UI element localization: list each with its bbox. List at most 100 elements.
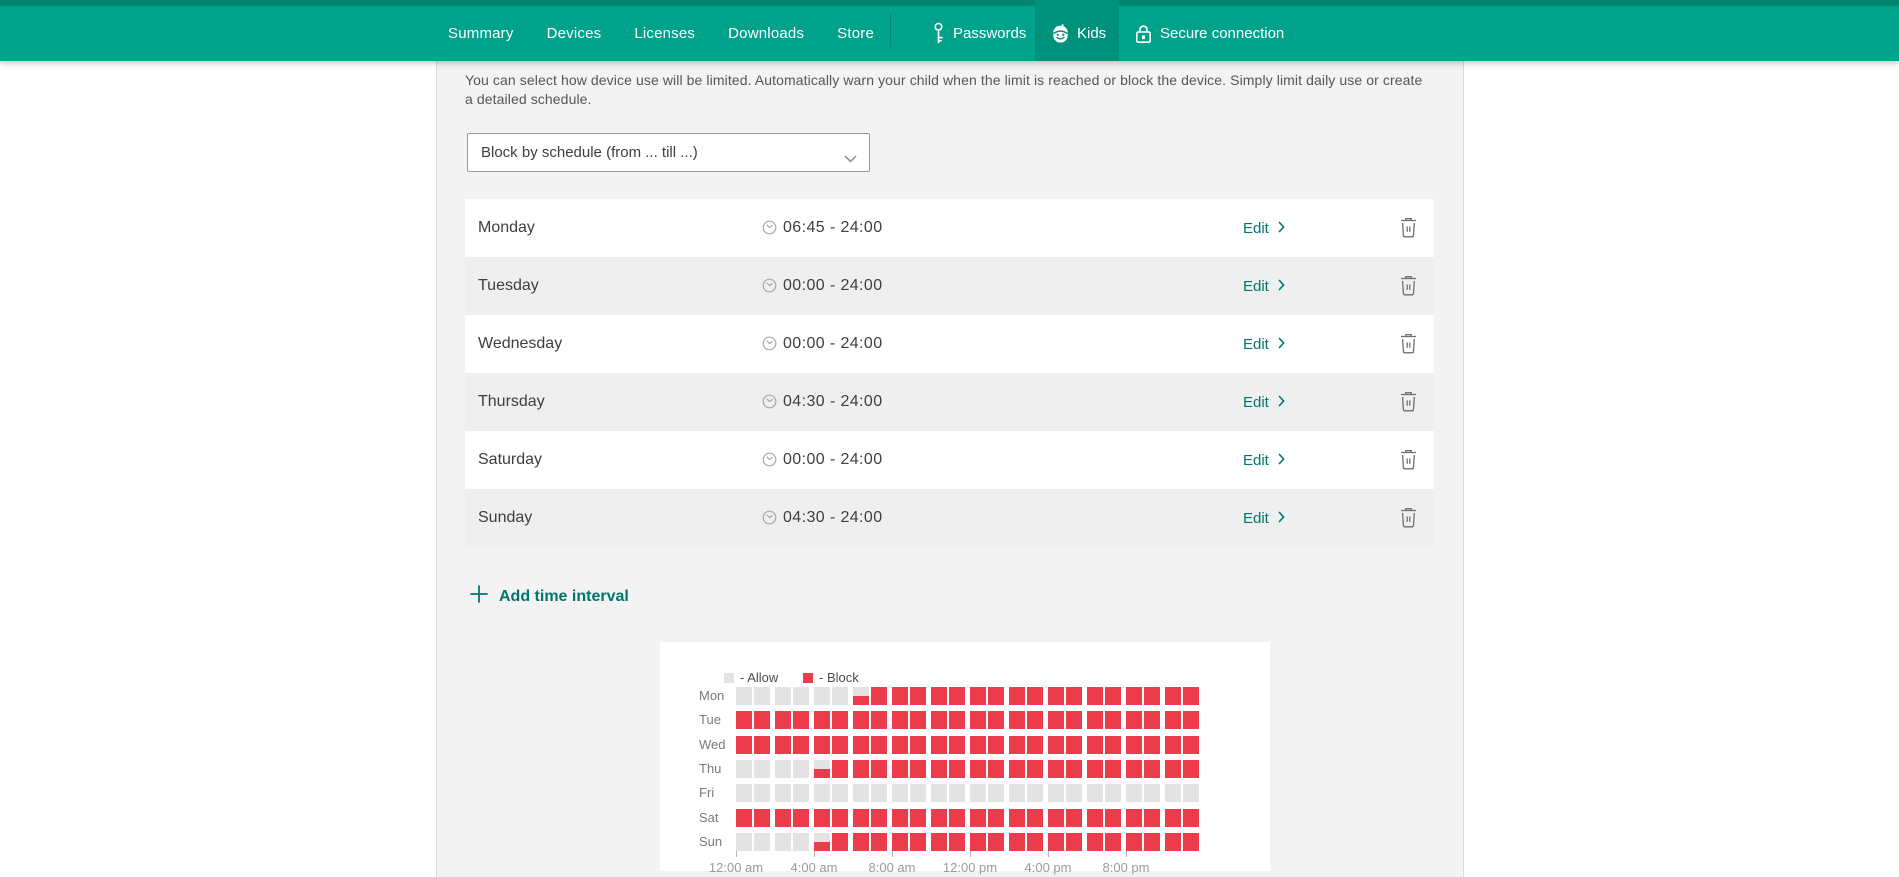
kid-face-icon bbox=[1050, 23, 1071, 44]
delete-button[interactable] bbox=[1398, 217, 1418, 239]
chart-cell bbox=[1009, 809, 1025, 827]
day-label: Saturday bbox=[478, 451, 543, 468]
chart-cell bbox=[970, 711, 986, 729]
chart-cell bbox=[1066, 784, 1082, 802]
nav-item-secure-connection[interactable]: Secure connection bbox=[1135, 6, 1284, 61]
chart-cell bbox=[949, 711, 965, 729]
chart-cell bbox=[1066, 687, 1082, 705]
chart-cell bbox=[1066, 833, 1082, 851]
key-icon bbox=[933, 22, 944, 45]
chart-cell bbox=[1165, 736, 1181, 754]
edit-link[interactable]: Edit bbox=[1243, 257, 1285, 315]
edit-link[interactable]: Edit bbox=[1243, 489, 1285, 547]
legend-block-label: - Block bbox=[819, 670, 859, 685]
chart-cell-partial bbox=[853, 696, 869, 705]
chart-cell bbox=[793, 784, 809, 802]
edit-link[interactable]: Edit bbox=[1243, 373, 1285, 431]
chart-cell bbox=[775, 736, 791, 754]
chart-cell bbox=[1066, 809, 1082, 827]
chevron-right-icon bbox=[1278, 336, 1285, 353]
chart-cell bbox=[871, 687, 887, 705]
chart-cell bbox=[1144, 736, 1160, 754]
nav-tab-store[interactable]: Store bbox=[837, 25, 874, 42]
chart-cell bbox=[892, 687, 908, 705]
chart-cell bbox=[775, 784, 791, 802]
chart-cell bbox=[1048, 784, 1064, 802]
edit-label: Edit bbox=[1243, 277, 1269, 295]
chart-cell bbox=[736, 687, 752, 705]
delete-button[interactable] bbox=[1398, 449, 1418, 471]
chart-cell bbox=[910, 833, 926, 851]
time-range: 04:30 - 24:00 bbox=[783, 509, 883, 526]
chart-cell bbox=[1027, 687, 1043, 705]
nav-tab-licenses[interactable]: Licenses bbox=[634, 25, 695, 42]
chart-cell bbox=[910, 736, 926, 754]
chart-row-tue bbox=[736, 711, 1199, 729]
nav-tab-summary[interactable]: Summary bbox=[448, 25, 514, 42]
schedule-row-tuesday: Tuesday 00:00 - 24:00 Edit bbox=[465, 257, 1434, 315]
chart-cell bbox=[1105, 784, 1121, 802]
edit-link[interactable]: Edit bbox=[1243, 315, 1285, 373]
delete-button[interactable] bbox=[1398, 275, 1418, 297]
clock-icon bbox=[762, 510, 777, 530]
chart-cell bbox=[1183, 784, 1199, 802]
chart-cell bbox=[1105, 760, 1121, 778]
day-label: Monday bbox=[478, 219, 535, 236]
delete-button[interactable] bbox=[1398, 333, 1418, 355]
day-label: Tuesday bbox=[478, 277, 539, 294]
trash-icon bbox=[1399, 449, 1418, 473]
right-pane bbox=[1463, 61, 1899, 877]
chart-row-label: Sat bbox=[699, 810, 719, 825]
chart-cell bbox=[853, 784, 869, 802]
chart-cell bbox=[892, 784, 908, 802]
chart-cell bbox=[871, 760, 887, 778]
add-time-interval-button[interactable]: Add time interval bbox=[470, 585, 629, 608]
clock-icon bbox=[762, 394, 777, 414]
chart-cell bbox=[1066, 711, 1082, 729]
limit-mode-value: Block by schedule (from ... till ...) bbox=[481, 144, 698, 161]
intro-line-2: a detailed schedule. bbox=[465, 91, 592, 107]
edit-link[interactable]: Edit bbox=[1243, 431, 1285, 489]
chart-cell bbox=[736, 784, 752, 802]
chart-cell bbox=[793, 736, 809, 754]
nav-tab-downloads[interactable]: Downloads bbox=[728, 25, 804, 42]
intro-text: You can select how device use will be li… bbox=[465, 71, 1450, 109]
chart-cell bbox=[832, 833, 848, 851]
chart-cell bbox=[1183, 833, 1199, 851]
chevron-right-icon bbox=[1278, 452, 1285, 469]
chart-cell bbox=[1009, 711, 1025, 729]
chart-cell bbox=[1165, 687, 1181, 705]
schedule-row-thursday: Thursday 04:30 - 24:00 Edit bbox=[465, 373, 1434, 431]
chart-cell bbox=[1087, 833, 1103, 851]
nav-tabs: Summary Devices Licenses Downloads Store bbox=[448, 6, 874, 61]
nav-tab-devices[interactable]: Devices bbox=[547, 25, 602, 42]
edit-label: Edit bbox=[1243, 335, 1269, 353]
chart-cell bbox=[832, 760, 848, 778]
chart-cell bbox=[754, 711, 770, 729]
delete-button[interactable] bbox=[1398, 507, 1418, 529]
chart-row-wed bbox=[736, 736, 1199, 754]
time-range: 06:45 - 24:00 bbox=[783, 219, 883, 236]
chevron-right-icon bbox=[1278, 278, 1285, 295]
chart-cell bbox=[775, 833, 791, 851]
limit-mode-dropdown[interactable]: Block by schedule (from ... till ...) bbox=[467, 133, 870, 172]
legend-block: - Block bbox=[803, 670, 859, 685]
axis-tick-label: 12:00 pm bbox=[942, 860, 998, 875]
chart-cell bbox=[814, 736, 830, 754]
day-label: Wednesday bbox=[478, 335, 563, 352]
edit-link[interactable]: Edit bbox=[1243, 199, 1285, 257]
chart-row-sat bbox=[736, 809, 1199, 827]
intro-line-1: You can select how device use will be li… bbox=[465, 72, 1423, 88]
chart-cell bbox=[754, 736, 770, 754]
chart-cell bbox=[871, 784, 887, 802]
chart-cell bbox=[871, 736, 887, 754]
chart-cell bbox=[949, 809, 965, 827]
chart-cell bbox=[1087, 760, 1103, 778]
nav-item-passwords[interactable]: Passwords bbox=[933, 6, 1026, 61]
delete-button[interactable] bbox=[1398, 391, 1418, 413]
chart-cell bbox=[853, 687, 869, 705]
nav-item-kids-active[interactable]: Kids bbox=[1035, 0, 1119, 61]
chart-cell bbox=[832, 711, 848, 729]
chart-cell bbox=[949, 833, 965, 851]
chart-cell bbox=[949, 736, 965, 754]
